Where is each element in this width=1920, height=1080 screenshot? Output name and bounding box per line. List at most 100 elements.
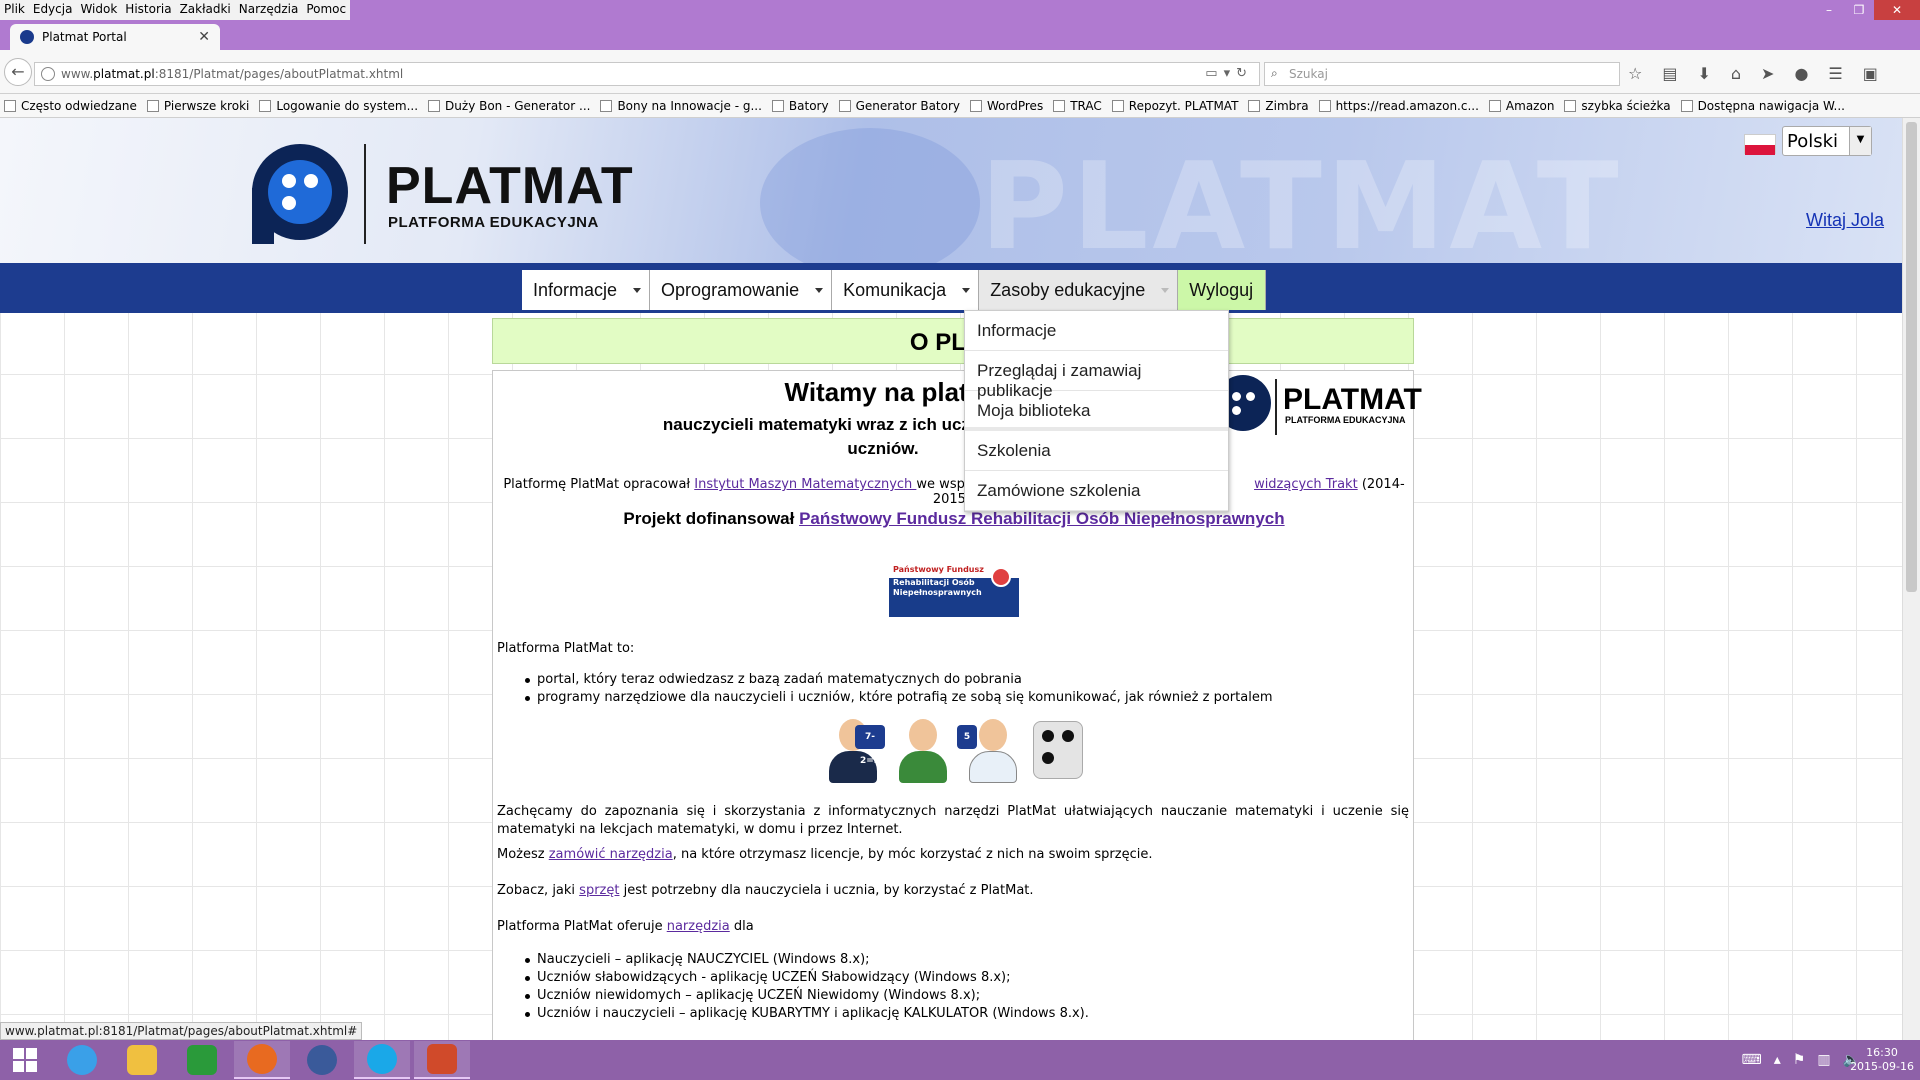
bookmark-icon bbox=[1318, 99, 1331, 112]
bookmarks-list-icon[interactable]: ▤ bbox=[1662, 64, 1677, 83]
search-input[interactable]: ⌕ Szukaj bbox=[1264, 62, 1620, 86]
platmat-logo-icon bbox=[252, 144, 348, 244]
nav-item-zasoby-edukacyjne[interactable]: Zasoby edukacyjne bbox=[979, 270, 1179, 310]
bookmark-item[interactable]: Często odwiedzane bbox=[4, 99, 137, 113]
nav-item-oprogramowanie[interactable]: Oprogramowanie bbox=[650, 270, 833, 310]
language-value: Polski bbox=[1787, 131, 1839, 152]
skype-icon bbox=[367, 1044, 397, 1074]
taskbar-skype[interactable] bbox=[354, 1041, 410, 1079]
vertical-scrollbar[interactable] bbox=[1902, 118, 1920, 1040]
back-button[interactable]: ← bbox=[4, 58, 32, 86]
dropdown-item-publikacje[interactable]: Przeglądaj i zamawiaj publikacje bbox=[965, 351, 1228, 400]
bookmark-item[interactable]: WordPres bbox=[970, 99, 1043, 113]
order-tools-link[interactable]: zamówić narzędzia bbox=[549, 847, 673, 862]
polish-flag-icon bbox=[1744, 134, 1776, 155]
hardware-link[interactable]: sprzęt bbox=[579, 883, 619, 898]
platmat-small-logo-icon: PLATMAT PLATFORMA EDUKACYJNA bbox=[1215, 373, 1422, 437]
bookmark-item[interactable]: Logowanie do system... bbox=[259, 99, 418, 113]
bookmark-icon bbox=[1053, 99, 1066, 112]
close-tab-icon[interactable]: ✕ bbox=[198, 29, 210, 45]
menu-history[interactable]: Historia bbox=[121, 0, 175, 20]
taskbar-firefox[interactable] bbox=[234, 1041, 290, 1079]
imm-link[interactable]: Instytut Maszyn Matematycznych bbox=[694, 477, 916, 492]
blind-student-avatar-icon bbox=[893, 717, 953, 785]
restore-icon[interactable]: ❐ bbox=[1844, 0, 1874, 20]
search-placeholder: Szukaj bbox=[1289, 67, 1328, 81]
language-select[interactable]: Polski ▼ bbox=[1782, 126, 1872, 156]
bookmark-item[interactable]: Dostępna nawigacja W... bbox=[1680, 99, 1845, 113]
tray-expand-icon[interactable]: ▴ bbox=[1774, 1052, 1781, 1068]
browser-tab[interactable]: Platmat Portal ✕ bbox=[10, 24, 220, 50]
bookmark-item[interactable]: Pierwsze kroki bbox=[146, 99, 249, 113]
menu-bar: Plik Edycja Widok Historia Zakładki Narz… bbox=[0, 0, 351, 20]
internet-explorer-icon bbox=[67, 1045, 97, 1075]
flag-icon[interactable]: ⚑ bbox=[1793, 1052, 1806, 1068]
dropdown-item-informacje[interactable]: Informacje bbox=[965, 311, 1228, 351]
content-panel: Witamy na platformie Pla nauczycieli mat… bbox=[492, 370, 1422, 1040]
bookmark-item[interactable]: TRAC bbox=[1053, 99, 1102, 113]
powerpoint-icon bbox=[427, 1044, 457, 1074]
bookmark-item[interactable]: Generator Batory bbox=[838, 99, 960, 113]
logo-subtitle: PLATFORMA EDUKACYJNA bbox=[388, 214, 599, 231]
bookmark-item[interactable]: https://read.amazon.c... bbox=[1318, 99, 1479, 113]
store-icon bbox=[187, 1045, 217, 1075]
scrollbar-thumb[interactable] bbox=[1906, 122, 1917, 592]
menu-view[interactable]: Widok bbox=[76, 0, 121, 20]
dropdown-item-szkolenia[interactable]: Szkolenia bbox=[965, 431, 1228, 471]
menu-file[interactable]: Plik bbox=[0, 0, 29, 20]
list-item: portal, który teraz odwiedzasz z bazą za… bbox=[524, 671, 1272, 689]
user-avatars-illustration: 7-2=5 5 bbox=[823, 717, 1083, 787]
dropdown-item-zamowione-szkolenia[interactable]: Zamówione szkolenia bbox=[965, 471, 1228, 511]
menu-bookmarks[interactable]: Zakładki bbox=[176, 0, 235, 20]
network-icon[interactable]: ▥ bbox=[1817, 1052, 1830, 1068]
nav-item-komunikacja[interactable]: Komunikacja bbox=[832, 270, 980, 310]
taskbar-store[interactable] bbox=[174, 1041, 230, 1079]
downloads-icon[interactable]: ⬇ bbox=[1697, 64, 1710, 83]
user-greeting-link[interactable]: Witaj Jola bbox=[1806, 210, 1884, 231]
bookmark-icon bbox=[1111, 99, 1124, 112]
minimize-icon[interactable]: – bbox=[1814, 0, 1844, 20]
url-bar[interactable]: www. platmat.pl:8181/Platmat/pages/aboutP… bbox=[34, 62, 1260, 86]
menu-edit[interactable]: Edycja bbox=[29, 0, 77, 20]
nav-item-informacje[interactable]: Informacje bbox=[522, 270, 651, 310]
bookmark-item[interactable]: Duży Bon - Generator ... bbox=[428, 99, 590, 113]
taskbar-internet-explorer[interactable] bbox=[54, 1041, 110, 1079]
site-identity-icon[interactable] bbox=[41, 67, 55, 81]
start-button[interactable] bbox=[0, 1041, 50, 1079]
bookmark-star-icon[interactable]: ☆ bbox=[1628, 64, 1642, 83]
menu-help[interactable]: Pomoc bbox=[302, 0, 350, 20]
close-window-icon[interactable]: ✕ bbox=[1874, 0, 1920, 20]
bookmark-item[interactable]: Zimbra bbox=[1248, 99, 1309, 113]
taskbar-thunderbird[interactable] bbox=[294, 1041, 350, 1079]
bookmark-item[interactable]: Batory bbox=[771, 99, 829, 113]
tools-link[interactable]: narzędzia bbox=[667, 919, 730, 934]
taskbar-file-explorer[interactable] bbox=[114, 1041, 170, 1079]
logout-button[interactable]: Wyloguj bbox=[1178, 270, 1267, 310]
bookmark-icon bbox=[600, 99, 613, 112]
keyboard-icon[interactable]: ⌨ bbox=[1742, 1052, 1762, 1068]
site-banner: PLATMAT PLATMAT PLATFORMA EDUKACYJNA Pol… bbox=[0, 118, 1902, 263]
bookmark-item[interactable]: Repozyt. PLATMAT bbox=[1111, 99, 1238, 113]
teacher-avatar-icon: 7-2=5 bbox=[823, 717, 885, 785]
url-actions-icons[interactable]: ▭▾↻ bbox=[1205, 66, 1253, 81]
send-icon[interactable]: ➤ bbox=[1761, 64, 1774, 83]
system-clock[interactable]: 16:30 2015-09-16 bbox=[1850, 1046, 1914, 1074]
bookmark-item[interactable]: Amazon bbox=[1488, 99, 1554, 113]
bookmark-item[interactable]: Bony na Innowacje - g... bbox=[600, 99, 762, 113]
pfron-logo-icon[interactable]: Państwowy Fundusz Rehabilitacji Osób Nie… bbox=[889, 565, 1019, 617]
hamburger-menu-icon[interactable]: ☰ bbox=[1828, 64, 1842, 83]
menu-tools[interactable]: Narzędzia bbox=[235, 0, 303, 20]
low-vision-student-avatar-icon: 5 bbox=[957, 717, 1023, 785]
trakt-link[interactable]: widzących Trakt bbox=[1254, 477, 1358, 492]
caret-down-icon bbox=[962, 288, 971, 293]
list-item: Nauczycieli – aplikację NAUCZYCIEL (Wind… bbox=[525, 951, 1089, 969]
extension-icon[interactable]: ▣ bbox=[1863, 64, 1878, 83]
file-explorer-icon bbox=[127, 1045, 157, 1075]
taskbar-powerpoint[interactable] bbox=[414, 1041, 470, 1079]
bookmark-item[interactable]: szybka ścieżka bbox=[1564, 99, 1671, 113]
chat-icon[interactable]: ● bbox=[1794, 64, 1808, 83]
bookmark-icon bbox=[838, 99, 851, 112]
home-icon[interactable]: ⌂ bbox=[1731, 64, 1741, 83]
caret-down-icon bbox=[633, 288, 642, 293]
order-paragraph: Możesz zamówić narzędzia, na które otrzy… bbox=[497, 847, 1153, 862]
